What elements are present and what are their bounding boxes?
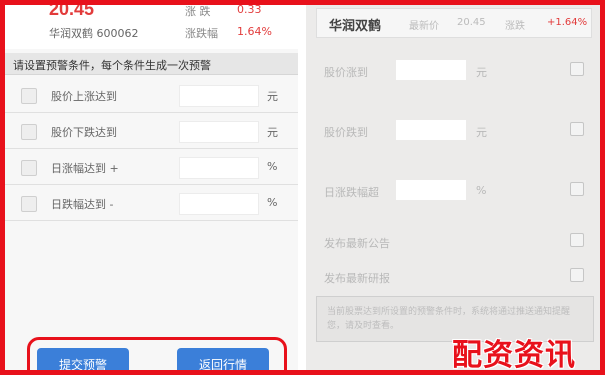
row-label: 股价涨到 [324,66,368,79]
r-daily-change-input[interactable] [396,180,466,200]
checkbox[interactable] [570,182,584,196]
checkbox[interactable] [570,268,584,282]
r-price-up-input[interactable] [396,60,466,80]
bottom-red-border [0,370,605,375]
row-unit: % [267,160,278,173]
r-alert-row-price-down: 股价跌到 元 [306,112,600,148]
stock-price: 20.45 [49,5,95,19]
daily-fall-input[interactable] [179,193,259,215]
stock-name-code: 华润双鹤 600062 [49,27,139,40]
quote-pct: +1.64% [547,17,588,28]
quote-sub-label: 最新价 [409,21,439,32]
row-label: 日跌幅达到 - [51,198,114,211]
row-label: 发布最新公告 [324,237,390,250]
pct-value: 1.64% [237,25,272,38]
checkbox[interactable] [21,124,37,140]
row-unit: 元 [476,66,487,79]
row-unit: 元 [267,90,278,103]
price-up-input[interactable] [179,85,259,107]
change-value: 0.33 [237,5,262,16]
row-label: 股价跌到 [324,126,368,139]
r-alert-row-report: 发布最新研报 [306,258,600,294]
alert-row-daily-rise: 日涨幅达到 + % [5,149,298,185]
row-label: 日涨幅达到 + [51,162,119,175]
stock-name: 华润双鹤 [329,19,382,34]
price-down-input[interactable] [179,121,259,143]
stock-quote-bar: 20.45 涨 跌 0.33 华润双鹤 600062 涨跌幅 1.64% [5,5,298,49]
checkbox[interactable] [21,196,37,212]
submit-alert-button[interactable]: 提交预警 [37,348,129,370]
right-alert-panel: 华润双鹤 最新价 20.45 涨跌 +1.64% 股价涨到 元 股价跌到 元 日… [306,5,600,370]
row-unit: 元 [476,126,487,139]
daily-rise-input[interactable] [179,157,259,179]
checkbox[interactable] [570,233,584,247]
checkbox[interactable] [21,88,37,104]
alert-row-price-down: 股价下跌达到 元 [5,113,298,149]
r-price-down-input[interactable] [396,120,466,140]
row-label: 股价下跌达到 [51,126,117,139]
quote-sub-price: 20.45 [457,17,486,28]
watermark-text: 配资资讯 [452,338,576,373]
checkbox[interactable] [570,62,584,76]
quote-sub-change: 涨跌 [505,21,525,32]
alert-conditions-header: 请设置预警条件，每个条件生成一次预警 [5,53,298,75]
alert-row-daily-fall: 日跌幅达到 - % [5,185,298,221]
checkbox[interactable] [21,160,37,176]
checkbox[interactable] [570,122,584,136]
return-quote-button[interactable]: 返回行情 [177,348,269,370]
pct-label: 涨跌幅 [185,27,218,40]
row-label: 日涨跌幅超 [324,186,379,199]
row-unit: 元 [267,126,278,139]
alert-row-price-up: 股价上涨达到 元 [5,77,298,113]
left-alert-panel: 20.45 涨 跌 0.33 华润双鹤 600062 涨跌幅 1.64% 请设置… [5,5,298,370]
row-label: 发布最新研报 [324,272,390,285]
row-label: 股价上涨达到 [51,90,117,103]
right-quote-bar: 华润双鹤 最新价 20.45 涨跌 +1.64% [316,8,592,38]
row-unit: % [267,196,278,209]
r-alert-row-daily-change: 日涨跌幅超 % [306,172,600,208]
change-label: 涨 跌 [185,5,211,18]
r-alert-row-announcement: 发布最新公告 [306,223,600,259]
panel-divider [298,5,306,370]
r-alert-row-price-up: 股价涨到 元 [306,52,600,88]
row-unit: % [476,184,487,197]
